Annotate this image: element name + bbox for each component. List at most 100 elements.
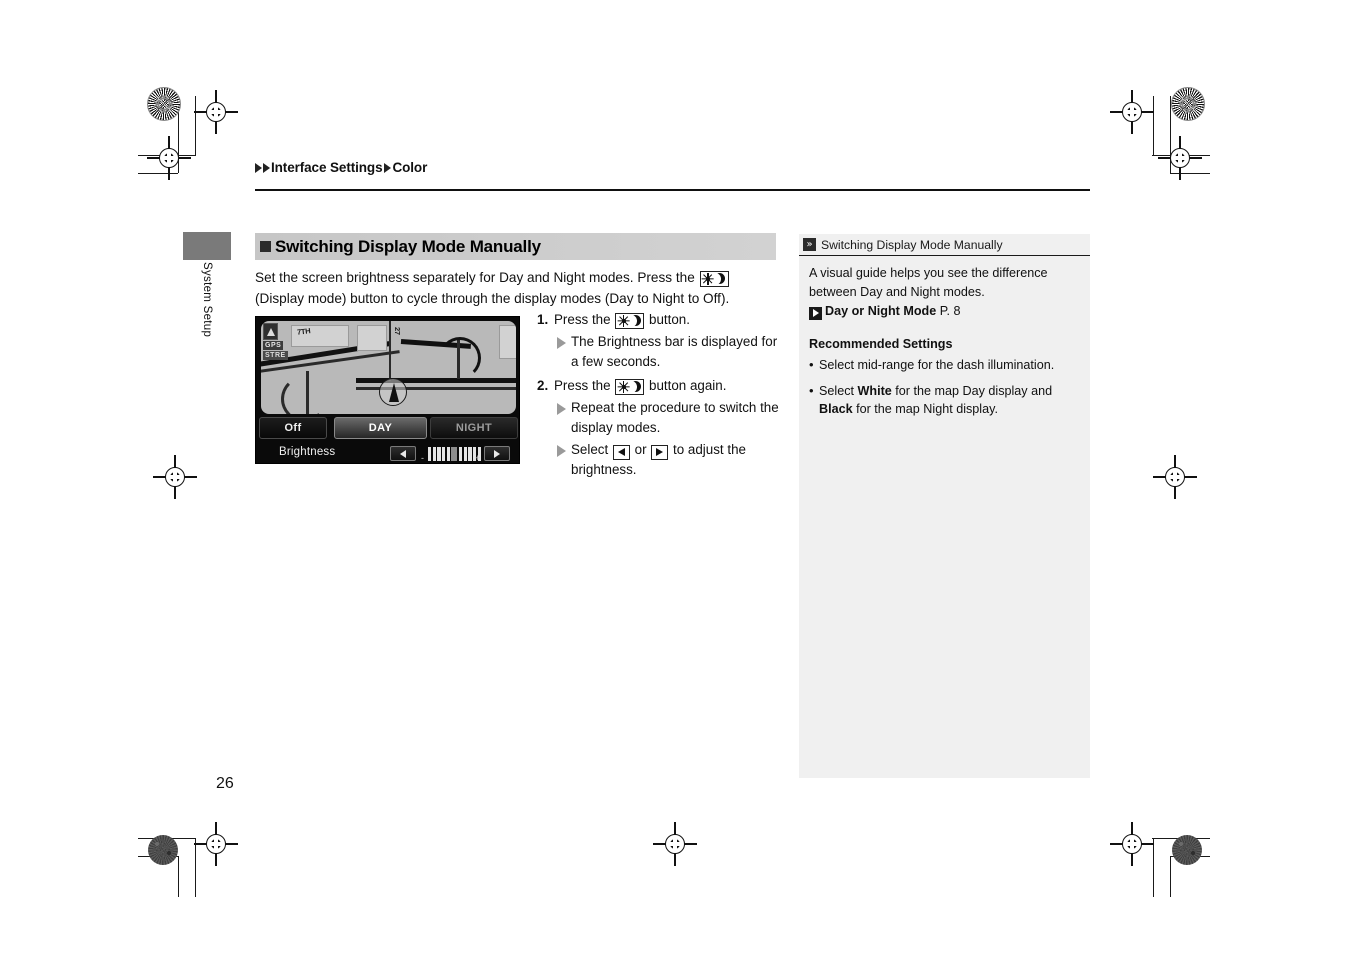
chapter-tab-label: System Setup (183, 262, 231, 382)
brightness-label: Brightness (279, 446, 336, 458)
step-2: 2. Press the button again. (537, 376, 782, 396)
bullet-icon: • (809, 382, 814, 398)
select-text-mid: or (630, 442, 651, 457)
sidebar-content: A visual guide helps you see the differe… (809, 264, 1084, 426)
brightness-increase-button[interactable] (484, 446, 510, 461)
brightness-decrease-button[interactable] (390, 446, 416, 461)
manual-page: Interface Settings Color System Setup Sw… (0, 0, 1350, 954)
navigation-screen-illustration: 7TH 27 GPS STRE Off DAY NIGHT Brightness… (255, 316, 520, 464)
vehicle-position-icon (379, 378, 407, 406)
step-1: 1. Press the button. (537, 310, 782, 330)
step-text-before: Press the (554, 378, 615, 393)
brightness-control-row: Brightness - + (256, 443, 521, 464)
bullet-text: Select mid-range for the dash illuminati… (819, 358, 1055, 372)
header-divider (255, 189, 1090, 191)
bullet-text: Select White for the map Day display and… (819, 382, 1084, 419)
triangle-right-icon (255, 162, 262, 173)
bullet-text-mid: for the map Day display and (891, 383, 1053, 398)
recommendation-bullet-1: • Select mid-range for the dash illumina… (809, 356, 1084, 375)
display-mode-day-button[interactable]: DAY (334, 417, 427, 439)
intro-text-before: Set the screen brightness separately for… (255, 270, 699, 285)
map-block (357, 325, 387, 351)
page-title: Switching Display Mode Manually (275, 236, 541, 256)
brightness-segment (458, 446, 463, 461)
brightness-segment (428, 446, 432, 461)
map-block (499, 325, 516, 359)
street-status-badge: STRE (263, 351, 288, 360)
arrow-left-icon (612, 444, 630, 460)
display-mode-off-button[interactable]: Off (259, 417, 327, 439)
instruction-steps: 1. Press the button. The Brightness bar … (537, 310, 782, 482)
brightness-segment (446, 446, 450, 461)
brightness-segment (432, 446, 436, 461)
highway-ramp (439, 337, 481, 379)
sidebar-reference-link[interactable]: Day or Night Mode P. 8 (809, 302, 1084, 321)
section-heading-band: Switching Display Mode Manually (255, 233, 776, 260)
intro-paragraph: Set the screen brightness separately for… (255, 267, 755, 309)
bullet-text-before: Select (819, 383, 858, 398)
breadcrumb-level-1[interactable]: Interface Settings (271, 160, 383, 175)
bullet-bold-white: White (857, 383, 892, 398)
page-number: 26 (216, 775, 234, 792)
street-label: 7TH (296, 326, 311, 337)
step-text: Press the button. (554, 310, 782, 330)
display-mode-night-button[interactable]: NIGHT (430, 417, 518, 439)
brightness-segment (437, 446, 441, 461)
triangle-right-icon (557, 337, 566, 349)
sidebar-note-panel: » Switching Display Mode Manually A visu… (799, 234, 1090, 778)
display-mode-buttons: Off DAY NIGHT (256, 416, 521, 440)
step-1-result: The Brightness bar is displayed for a fe… (557, 332, 782, 372)
step-2-result-1: Repeat the procedure to switch the displ… (557, 398, 782, 438)
intro-text-after: (Display mode) button to cycle through t… (255, 291, 730, 306)
step-text-before: Press the (554, 312, 615, 327)
bullet-bold-black: Black (819, 402, 853, 416)
brightness-segment (463, 446, 467, 461)
brightness-max-marker: + (475, 453, 481, 463)
sidebar-header: » Switching Display Mode Manually (799, 234, 1090, 256)
recommended-settings-title: Recommended Settings (809, 336, 953, 351)
reference-page: P. 8 (939, 304, 961, 318)
bullet-text-after: for the map Night display. (852, 402, 998, 416)
step-result-text: Select or to adjust the brightness. (571, 440, 782, 480)
day-night-display-mode-icon (615, 313, 645, 329)
triangle-right-icon (557, 403, 566, 415)
triangle-right-icon (263, 162, 270, 173)
jump-link-icon (809, 306, 822, 320)
brightness-min-marker: - (421, 453, 424, 463)
step-text: Press the button again. (554, 376, 782, 396)
gps-status-badge: GPS (263, 341, 284, 350)
step-text-after: button again. (645, 378, 727, 393)
bullet-icon: • (809, 357, 814, 372)
highway-ramp (281, 376, 327, 414)
sidebar-paragraph: A visual guide helps you see the differe… (809, 266, 1048, 299)
chapter-tab-block (183, 232, 231, 260)
brightness-segment (442, 446, 446, 461)
breadcrumb: Interface Settings Color (255, 160, 427, 175)
step-result-text: Repeat the procedure to switch the displ… (571, 400, 779, 435)
brightness-cursor[interactable] (451, 446, 458, 461)
step-number: 1. (537, 312, 549, 327)
chapter-tab-text: System Setup (201, 262, 213, 338)
breadcrumb-level-2[interactable]: Color (392, 160, 427, 175)
day-night-display-mode-icon (699, 271, 729, 287)
filled-square-icon (260, 241, 271, 252)
north-arrow-icon (263, 323, 278, 340)
arrow-right-icon (651, 444, 669, 460)
double-chevron-right-icon: » (803, 238, 816, 251)
brightness-bar[interactable] (428, 446, 481, 461)
select-text-before: Select (571, 442, 612, 457)
brightness-segment (468, 446, 472, 461)
sidebar-title: Switching Display Mode Manually (821, 237, 1003, 252)
triangle-right-icon (557, 445, 566, 457)
step-text-after: button. (645, 312, 690, 327)
road-segment (356, 378, 516, 383)
day-night-display-mode-icon (615, 379, 645, 395)
step-2-result-2: Select or to adjust the brightness. (557, 440, 782, 480)
step-number: 2. (537, 378, 549, 393)
street-label: 27 (393, 327, 402, 335)
step-result-text: The Brightness bar is displayed for a fe… (571, 334, 778, 369)
triangle-right-icon (384, 162, 392, 173)
reference-title[interactable]: Day or Night Mode (825, 304, 936, 318)
road-segment (389, 321, 391, 381)
map-area: 7TH 27 GPS STRE (261, 321, 516, 414)
